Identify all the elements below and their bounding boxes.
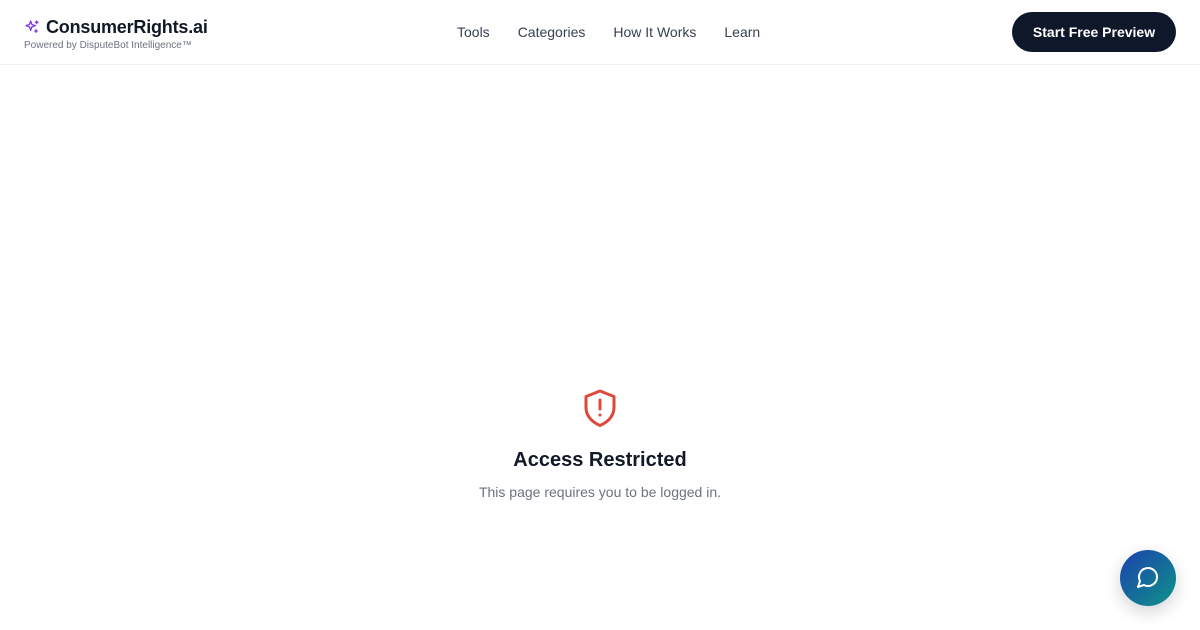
main-nav: Tools Categories How It Works Learn [457,22,760,42]
brand-name: ConsumerRights.ai [46,16,208,37]
page-title: Access Restricted [513,449,687,471]
message-circle-icon [1136,565,1160,592]
chat-button[interactable] [1120,550,1176,606]
access-restricted-panel: Access Restricted This page requires you… [0,388,1200,500]
nav-item-learn[interactable]: Learn [724,24,760,40]
brand[interactable]: ConsumerRights.ai Powered by DisputeBot … [24,16,208,52]
sparkles-icon [24,19,40,35]
shield-alert-icon [582,388,618,428]
start-free-preview-button[interactable]: Start Free Preview [1012,12,1176,52]
site-header: ConsumerRights.ai Powered by DisputeBot … [0,0,1200,65]
nav-item-categories[interactable]: Categories [518,24,586,40]
nav-item-how-it-works[interactable]: How It Works [613,24,696,40]
restricted-message: This page requires you to be logged in. [478,484,722,500]
nav-item-tools[interactable]: Tools [457,24,490,40]
brand-tagline: Powered by DisputeBot Intelligence™ [24,40,192,51]
